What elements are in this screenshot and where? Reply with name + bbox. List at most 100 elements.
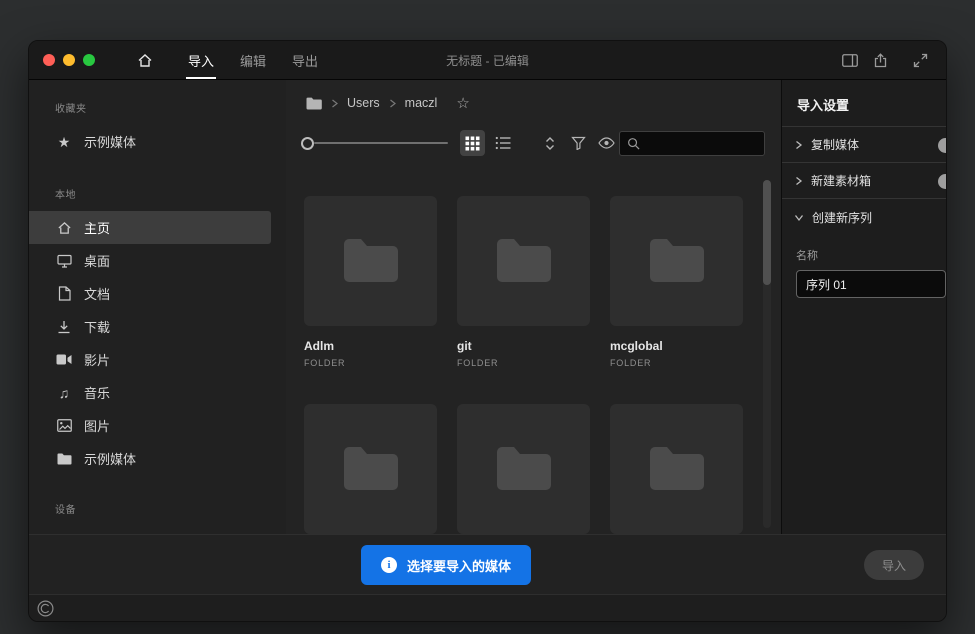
zoom-button[interactable]	[83, 54, 95, 66]
sort-icon	[543, 136, 557, 151]
tab-edit[interactable]: 编辑	[227, 41, 279, 79]
sidebar-item-movies[interactable]: 影片	[29, 343, 271, 376]
grid-item[interactable]: mcglobal FOLDER	[610, 196, 743, 368]
zoom-slider[interactable]	[301, 137, 448, 150]
panel-section-label: 创建新序列	[812, 209, 872, 226]
local-header: 本地	[55, 186, 286, 201]
folder-icon	[646, 236, 708, 286]
favorites-header: 收藏夹	[55, 100, 286, 115]
panel-section-copy-media[interactable]: 复制媒体	[782, 127, 946, 163]
search-box	[619, 131, 765, 156]
footer-bar: i 选择要导入的媒体 导入	[29, 534, 946, 594]
toggle-switch[interactable]	[938, 138, 947, 153]
folder-icon	[340, 236, 402, 286]
item-type: FOLDER	[457, 358, 590, 368]
breadcrumb-users[interactable]: Users	[347, 96, 380, 110]
breadcrumb: Users maczl ☆	[286, 80, 781, 126]
grid-item[interactable]	[304, 404, 437, 534]
sidebar-item-music[interactable]: ♫ 音乐	[29, 376, 271, 409]
chevron-right-icon	[331, 99, 338, 108]
folder-icon	[55, 453, 73, 465]
hint-text: 选择要导入的媒体	[407, 556, 511, 575]
panel-section-new-sequence[interactable]: 创建新序列	[782, 199, 946, 235]
monitor-icon	[55, 254, 73, 268]
close-button[interactable]	[43, 54, 55, 66]
folder-icon	[646, 444, 708, 494]
folder-thumbnail[interactable]	[457, 404, 590, 534]
titlebar: 导入 编辑 导出 无标题 - 已编辑	[29, 41, 946, 80]
search-icon	[627, 137, 640, 150]
browser-toolbar	[286, 126, 781, 160]
panel-title: 导入设置	[782, 80, 946, 127]
folder-thumbnail[interactable]	[610, 404, 743, 534]
tab-import[interactable]: 导入	[175, 41, 227, 79]
preview-toggle-button[interactable]	[594, 130, 619, 156]
list-view-button[interactable]	[491, 130, 516, 156]
chevron-right-icon	[794, 140, 803, 150]
home-icon	[137, 53, 153, 68]
sort-button[interactable]	[537, 130, 562, 156]
grid-item[interactable]	[457, 404, 590, 534]
item-type: FOLDER	[610, 358, 743, 368]
minimize-button[interactable]	[63, 54, 75, 66]
download-icon	[55, 320, 73, 334]
sidebar: 收藏夹 ★ 示例媒体 本地 主页 桌面	[29, 80, 286, 534]
item-name: Adlm	[304, 339, 437, 353]
home-button[interactable]	[137, 53, 153, 68]
folder-thumbnail[interactable]	[610, 196, 743, 326]
grid-view-button[interactable]	[460, 130, 485, 156]
document-title: 无标题 - 已编辑	[446, 52, 529, 69]
home-icon	[55, 221, 73, 235]
favorite-star-icon[interactable]: ☆	[456, 96, 469, 111]
sidebar-item-label: 示例媒体	[84, 449, 136, 468]
star-icon: ★	[55, 135, 73, 149]
sidebar-item-label: 下载	[84, 317, 110, 336]
sidebar-item-label: 文档	[84, 284, 110, 303]
share-icon[interactable]	[873, 53, 888, 68]
music-icon: ♫	[55, 386, 73, 400]
film-icon	[55, 354, 73, 365]
chevron-down-icon	[794, 213, 804, 222]
sidebar-item-documents[interactable]: 文档	[29, 277, 271, 310]
sidebar-item-home[interactable]: 主页	[29, 211, 271, 244]
grid-item[interactable]: git FOLDER	[457, 196, 590, 368]
folder-icon	[306, 97, 322, 110]
file-browser: Users maczl ☆	[286, 80, 781, 534]
list-view-icon	[495, 136, 511, 150]
grid-item[interactable]	[610, 404, 743, 534]
toggle-switch[interactable]	[938, 174, 947, 189]
devices-header: 设备	[55, 501, 286, 516]
item-name: git	[457, 339, 590, 353]
sidebar-item-label: 示例媒体	[84, 132, 136, 151]
folder-thumbnail[interactable]	[304, 404, 437, 534]
eye-icon	[598, 137, 615, 149]
chevron-right-icon	[794, 176, 803, 186]
workspace-icon[interactable]	[842, 54, 858, 67]
folder-thumbnail[interactable]	[304, 196, 437, 326]
fullscreen-icon[interactable]	[913, 53, 928, 68]
zoom-slider-handle[interactable]	[301, 137, 314, 150]
search-input[interactable]	[646, 136, 757, 150]
panel-section-new-bin[interactable]: 新建素材箱	[782, 163, 946, 199]
vertical-scrollbar	[763, 180, 771, 528]
sequence-name-label: 名称	[796, 247, 946, 263]
folder-thumbnail[interactable]	[457, 196, 590, 326]
zoom-slider-track	[314, 142, 448, 144]
sidebar-item-pictures[interactable]: 图片	[29, 409, 271, 442]
sidebar-item-downloads[interactable]: 下载	[29, 310, 271, 343]
filter-button[interactable]	[566, 130, 591, 156]
sequence-name-input[interactable]	[796, 270, 946, 298]
import-button-label: 导入	[882, 557, 906, 574]
titlebar-actions	[842, 53, 928, 68]
sidebar-item-sample-media[interactable]: 示例媒体	[29, 442, 271, 475]
folder-icon	[493, 444, 555, 494]
image-icon	[55, 419, 73, 432]
grid-item[interactable]: Adlm FOLDER	[304, 196, 437, 368]
scrollbar-thumb[interactable]	[763, 180, 771, 285]
sidebar-item-desktop[interactable]: 桌面	[29, 244, 271, 277]
panel-section-label: 复制媒体	[811, 136, 859, 153]
breadcrumb-maczl[interactable]: maczl	[405, 96, 438, 110]
tab-export[interactable]: 导出	[279, 41, 331, 79]
import-button[interactable]: 导入	[864, 550, 924, 580]
sidebar-item-sample-media-favorite[interactable]: ★ 示例媒体	[29, 125, 271, 158]
